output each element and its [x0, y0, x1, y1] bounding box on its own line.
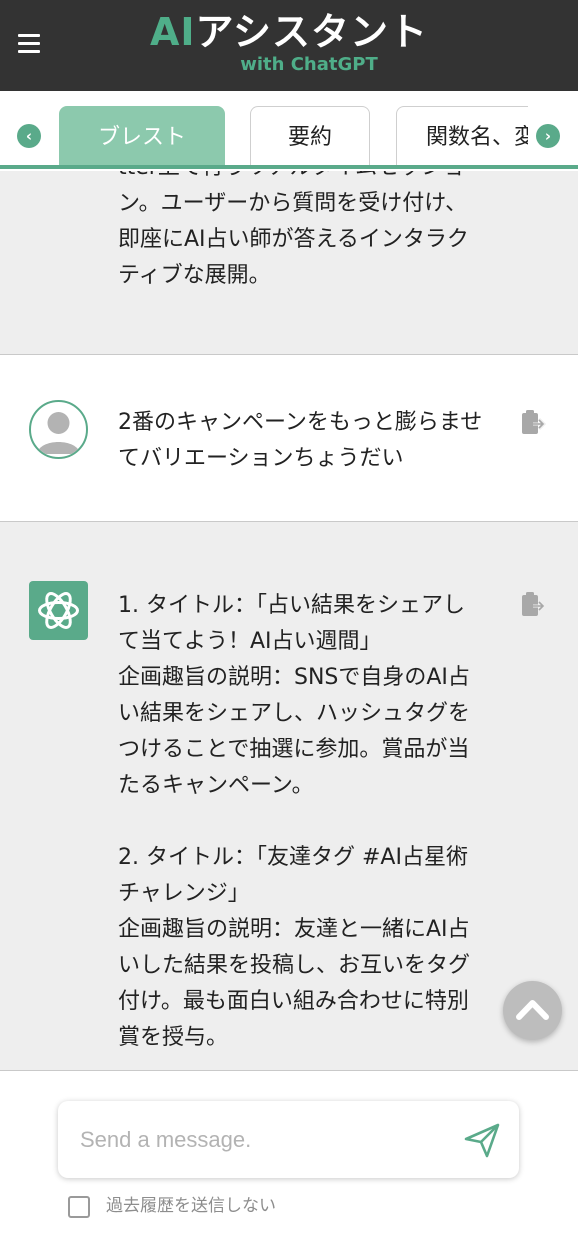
- logo-ai-text: AI: [149, 10, 196, 54]
- openai-logo-icon: [29, 581, 88, 640]
- chevron-up-icon: [516, 1000, 549, 1020]
- assistant-message: tter上で行うリアルタイムセッション。ユーザーから質問を受け付け、即座にAI占…: [0, 155, 578, 354]
- message-text: 2番のキャンペーンをもっと膨らませてバリエーションちょうだい: [118, 410, 483, 471]
- user-avatar-icon: [29, 400, 88, 459]
- history-checkbox-label: 過去履歴を送信しない: [106, 1196, 276, 1216]
- clipboard-copy-icon[interactable]: [520, 409, 547, 437]
- tab-underline: [0, 165, 578, 169]
- send-icon[interactable]: [463, 1121, 501, 1159]
- message-input[interactable]: [80, 1125, 460, 1155]
- chevron-left-icon[interactable]: ‹: [17, 124, 41, 148]
- logo-subtitle: with ChatGPT: [240, 54, 378, 75]
- app-header: AIアシスタント with ChatGPT: [0, 0, 578, 91]
- tab-summary[interactable]: 要約: [250, 106, 370, 168]
- message-text: 1. タイトル：「占い結果をシェアして当てよう！AI占い週間」 企画趣旨の説明：…: [118, 593, 471, 1050]
- chevron-right-icon[interactable]: ›: [536, 124, 560, 148]
- scroll-to-top-button[interactable]: [503, 981, 562, 1040]
- tab-function-name[interactable]: 関数名、変: [396, 106, 528, 168]
- message-input-box: [58, 1101, 519, 1178]
- tab-brainstorm[interactable]: ブレスト: [59, 106, 225, 168]
- logo-title-text: アシスタント: [195, 10, 429, 54]
- clipboard-copy-icon[interactable]: [520, 591, 547, 619]
- app-logo: AIアシスタント with ChatGPT: [0, 10, 578, 76]
- history-checkbox[interactable]: [68, 1196, 90, 1218]
- tabs-scroller[interactable]: ブレスト 要約 関数名、変: [58, 106, 528, 168]
- message-text: tter上で行うリアルタイムセッション。ユーザーから質問を受け付け、即座にAI占…: [118, 155, 469, 288]
